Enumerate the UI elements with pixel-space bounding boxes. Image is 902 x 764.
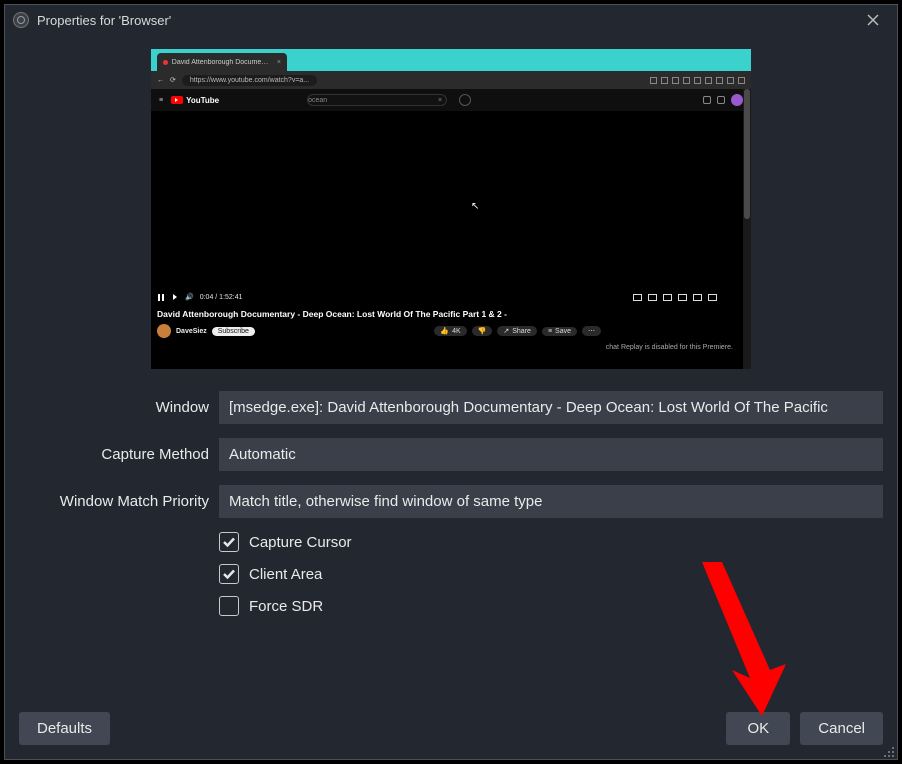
tab-title: David Attenborough Document... [172, 59, 269, 66]
capture-method-label: Capture Method [19, 446, 219, 463]
dialog-footer: Defaults OK Cancel [19, 712, 883, 745]
time-display: 0:04 / 1:52:41 [200, 294, 243, 301]
bell-icon [717, 96, 725, 104]
browser-extensions [650, 77, 745, 84]
youtube-logo: YouTube [171, 96, 219, 105]
preview-area: David Attenborough Document... × ← ⟳ htt… [19, 49, 883, 369]
browser-tabstrip: David Attenborough Document... × [151, 49, 751, 71]
volume-icon: 🔊 [185, 293, 194, 301]
upload-icon [703, 96, 711, 104]
close-icon [867, 14, 879, 26]
checkbox-icon [219, 532, 239, 552]
source-preview: David Attenborough Document... × ← ⟳ htt… [151, 49, 751, 369]
ok-button[interactable]: OK [726, 712, 790, 745]
video-controls: 🔊 0:04 / 1:52:41 [151, 287, 723, 307]
dislike-chip: 👎 [472, 326, 493, 336]
theater-icon [693, 294, 702, 301]
tab-close-icon: × [277, 59, 281, 66]
back-icon: ← [157, 77, 164, 84]
cc-icon [648, 294, 657, 301]
youtube-actions [703, 94, 743, 106]
window-label: Window [19, 399, 219, 416]
fullscreen-icon [708, 294, 717, 301]
cancel-button[interactable]: Cancel [800, 712, 883, 745]
titlebar: Properties for 'Browser' [5, 5, 897, 35]
properties-dialog: Properties for 'Browser' David Attenboro… [4, 4, 898, 760]
window-title: Properties for 'Browser' [37, 13, 171, 28]
channel-name: DaveSiez [176, 328, 207, 335]
subscribe-button: Subscribe [212, 327, 255, 336]
reload-icon: ⟳ [170, 76, 176, 84]
priority-label: Window Match Priority [19, 493, 219, 510]
share-chip: ↗ Share [497, 326, 537, 336]
url-text: https://www.youtube.com/watch?v=a... [182, 75, 317, 86]
checkbox-icon [219, 564, 239, 584]
client-area-checkbox[interactable]: Client Area [219, 564, 883, 584]
capture-cursor-checkbox[interactable]: Capture Cursor [219, 532, 883, 552]
browser-urlbar: ← ⟳ https://www.youtube.com/watch?v=a... [151, 71, 751, 89]
checkbox-icon [219, 596, 239, 616]
avatar-icon [731, 94, 743, 106]
client-area-label: Client Area [249, 566, 322, 583]
favicon-icon [163, 60, 168, 65]
autoplay-icon [633, 294, 642, 301]
menu-icon: ≡ [159, 97, 163, 104]
force-sdr-checkbox[interactable]: Force SDR [219, 596, 883, 616]
more-chip: ⋯ [582, 326, 601, 336]
dialog-body: David Attenborough Document... × ← ⟳ htt… [5, 35, 897, 759]
capture-method-select[interactable]: Automatic [219, 438, 883, 471]
cursor-icon: ↖ [471, 201, 479, 212]
app-icon [13, 12, 29, 28]
mic-icon [459, 94, 471, 106]
preview-scrollbar [743, 89, 751, 369]
settings-icon [663, 294, 672, 301]
properties-form: Window [msedge.exe]: David Attenborough … [19, 391, 883, 628]
save-chip: ≡ Save [542, 327, 577, 336]
close-button[interactable] [857, 8, 889, 32]
youtube-search: ocean × [307, 94, 447, 106]
capture-cursor-label: Capture Cursor [249, 534, 352, 551]
video-title: David Attenborough Documentary - Deep Oc… [157, 309, 601, 319]
video-meta: David Attenborough Documentary - Deep Oc… [157, 309, 601, 338]
miniplayer-icon [678, 294, 687, 301]
priority-select[interactable]: Match title, otherwise find window of sa… [219, 485, 883, 518]
window-select[interactable]: [msedge.exe]: David Attenborough Documen… [219, 391, 883, 424]
pause-icon [157, 293, 165, 301]
next-icon [171, 293, 179, 301]
channel-avatar-icon [157, 324, 171, 338]
force-sdr-label: Force SDR [249, 598, 323, 615]
youtube-header: ≡ YouTube ocean × [151, 89, 751, 111]
browser-tab: David Attenborough Document... × [157, 53, 287, 71]
defaults-button[interactable]: Defaults [19, 712, 110, 745]
resize-grip-icon[interactable] [883, 745, 895, 757]
chat-disabled-note: chat Replay is disabled for this Premier… [606, 344, 733, 351]
like-chip: 👍 4K [434, 326, 466, 336]
